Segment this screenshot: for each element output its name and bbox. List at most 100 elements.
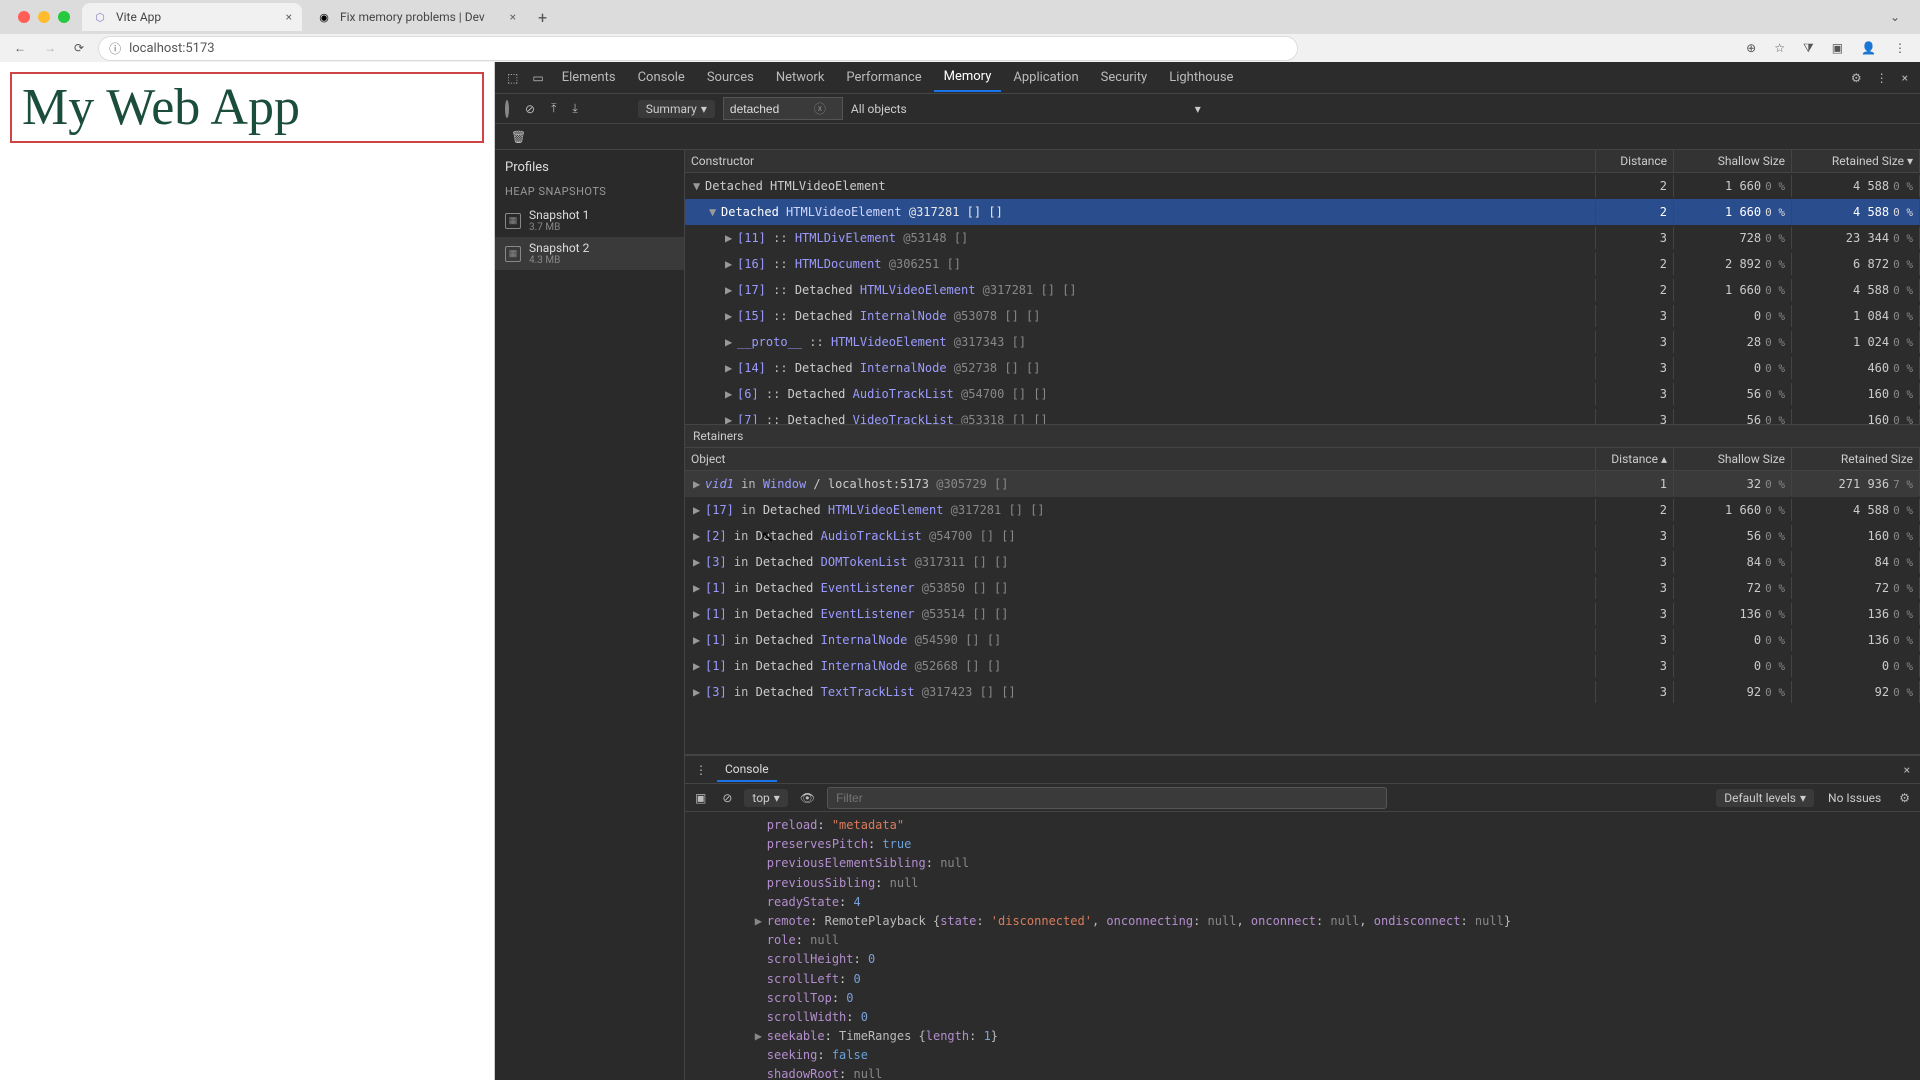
extensions-icon[interactable]: ⧩ [1799, 39, 1818, 58]
expand-icon[interactable]: ▶ [693, 529, 703, 543]
expand-icon[interactable]: ▶ [693, 685, 703, 699]
expand-icon[interactable]: ▶ [693, 581, 703, 595]
constructor-row[interactable]: ▶[14] :: Detached InternalNode @52738 []… [685, 355, 1920, 381]
tab-lighthouse[interactable]: Lighthouse [1159, 64, 1243, 91]
bookmark-icon[interactable]: ☆ [1770, 39, 1789, 57]
browser-tab[interactable]: ◉ Fix memory problems | Dev × [306, 3, 526, 31]
expand-icon[interactable]: ▶ [693, 477, 703, 491]
gc-icon[interactable]: 🗑 [501, 126, 536, 148]
retainer-row[interactable]: ▶[3] in Detached TextTrackList @317423 [… [685, 679, 1920, 705]
expand-icon[interactable]: ▶ [725, 335, 735, 349]
constructor-row[interactable]: ▼Detached HTMLVideoElement @317281 [] []… [685, 199, 1920, 225]
constructor-row[interactable]: ▶[15] :: Detached InternalNode @53078 []… [685, 303, 1920, 329]
live-expression-icon[interactable]: 👁 [796, 789, 819, 807]
close-devtools-icon[interactable]: × [1896, 67, 1914, 89]
expand-icon[interactable]: ▶ [725, 257, 735, 271]
minimize-window-icon[interactable] [38, 11, 50, 23]
scope-dropdown[interactable]: All objects ▾ [851, 102, 1201, 116]
expand-icon[interactable]: ▶ [693, 555, 703, 569]
col-constructor[interactable]: Constructor [685, 150, 1596, 172]
expand-icon[interactable]: ▶ [693, 633, 703, 647]
tab-close-icon[interactable]: × [286, 10, 292, 24]
col-distance[interactable]: Distance ▴ [1596, 448, 1674, 470]
col-object[interactable]: Object [685, 448, 1596, 470]
close-window-icon[interactable] [18, 11, 30, 23]
class-filter-input[interactable]: ⓧ [723, 97, 843, 120]
site-info-icon[interactable]: ⓘ [109, 40, 121, 57]
retainer-row[interactable]: ▶[17] in Detached HTMLVideoElement @3172… [685, 497, 1920, 523]
back-button[interactable]: ← [10, 39, 30, 57]
tab-close-icon[interactable]: × [510, 10, 516, 24]
address-bar[interactable]: ⓘ localhost:5173 [98, 36, 1298, 61]
retainer-row[interactable]: ▶vid1 in Window / localhost:5173 @305729… [685, 471, 1920, 497]
tab-application[interactable]: Application [1003, 64, 1088, 91]
retainer-row[interactable]: ▶[1] in Detached EventListener @53514 []… [685, 601, 1920, 627]
retainer-row[interactable]: ▶[2] in Detached AudioTrackList @54700 [… [685, 523, 1920, 549]
browser-tab-active[interactable]: ⬡ Vite App × [82, 3, 302, 31]
console-filter[interactable] [827, 787, 1708, 809]
col-shallow-size[interactable]: Shallow Size [1674, 448, 1792, 470]
console-settings-icon[interactable]: ⚙ [1895, 789, 1914, 807]
constructor-row[interactable]: ▶[6] :: Detached AudioTrackList @54700 [… [685, 381, 1920, 407]
constructor-row[interactable]: ▶[7] :: Detached VideoTrackList @53318 [… [685, 407, 1920, 424]
snapshot-item[interactable]: ▦ Snapshot 1 3.7 MB [495, 204, 684, 237]
menu-icon[interactable]: ⋮ [1890, 39, 1910, 57]
retainer-row[interactable]: ▶[1] in Detached InternalNode @54590 [] … [685, 627, 1920, 653]
download-icon[interactable]: ⤓ [568, 99, 581, 118]
col-distance[interactable]: Distance [1596, 150, 1674, 172]
expand-icon[interactable]: ▶ [725, 309, 735, 323]
record-icon[interactable] [501, 100, 513, 118]
console-sidebar-icon[interactable]: ▣ [691, 789, 710, 807]
expand-icon[interactable]: ▶ [725, 283, 735, 297]
tab-memory[interactable]: Memory [934, 63, 1002, 92]
profile-icon[interactable]: 👤 [1857, 39, 1880, 57]
tab-performance[interactable]: Performance [836, 64, 931, 91]
expand-icon[interactable]: ▼ [693, 179, 703, 193]
expand-icon[interactable]: ▶ [693, 503, 703, 517]
expand-icon[interactable]: ▶ [725, 361, 735, 375]
retainer-row[interactable]: ▶[3] in Detached DOMTokenList @317311 []… [685, 549, 1920, 575]
clear-console-icon[interactable]: ⊘ [718, 789, 736, 807]
filter-field[interactable] [730, 102, 810, 116]
constructor-row[interactable]: ▶[16] :: HTMLDocument @306251 []22 8920 … [685, 251, 1920, 277]
tab-console[interactable]: Console [628, 64, 695, 91]
console-filter-input[interactable] [827, 787, 1387, 809]
levels-dropdown[interactable]: Default levels ▾ [1716, 789, 1814, 807]
expand-icon[interactable]: ▶ [725, 231, 735, 245]
expand-icon[interactable]: ▶ [725, 387, 735, 401]
tab-security[interactable]: Security [1091, 64, 1158, 91]
retainer-row[interactable]: ▶[1] in Detached EventListener @53850 []… [685, 575, 1920, 601]
col-shallow-size[interactable]: Shallow Size [1674, 150, 1792, 172]
snapshot-item-active[interactable]: ▦ Snapshot 2 4.3 MB [495, 237, 684, 270]
reload-button[interactable]: ⟳ [70, 39, 88, 57]
expand-icon[interactable]: ▶ [693, 607, 703, 621]
close-drawer-icon[interactable]: × [1900, 761, 1914, 779]
tab-sources[interactable]: Sources [697, 64, 764, 91]
tab-menu-icon[interactable]: ⌄ [1880, 10, 1910, 24]
expand-icon[interactable]: ▼ [709, 205, 719, 219]
console-output[interactable]: preload: "metadata" preservesPitch: true… [685, 812, 1920, 1080]
maximize-window-icon[interactable] [58, 11, 70, 23]
view-dropdown[interactable]: Summary ▾ [638, 100, 715, 118]
col-retained-size[interactable]: Retained Size ▾ [1792, 150, 1920, 172]
device-toolbar-icon[interactable]: ▭ [526, 67, 549, 89]
expand-icon[interactable]: ▶ [725, 413, 735, 424]
constructor-row[interactable]: ▼Detached HTMLVideoElement21 6600 %4 588… [685, 173, 1920, 199]
console-tab[interactable]: Console [717, 758, 777, 782]
settings-icon[interactable]: ⚙ [1845, 67, 1868, 89]
zoom-icon[interactable]: ⊕ [1742, 39, 1760, 57]
context-dropdown[interactable]: top ▾ [744, 789, 787, 807]
clear-icon[interactable]: ⊘ [521, 100, 539, 118]
new-tab-button[interactable]: + [530, 4, 555, 31]
upload-icon[interactable]: ⤒ [547, 99, 560, 118]
expand-icon[interactable]: ▶ [693, 659, 703, 673]
tab-network[interactable]: Network [766, 64, 835, 91]
more-icon[interactable]: ⋮ [1870, 67, 1894, 89]
constructor-row[interactable]: ▶[11] :: HTMLDivElement @53148 []37280 %… [685, 225, 1920, 251]
constructor-row[interactable]: ▶[17] :: Detached HTMLVideoElement @3172… [685, 277, 1920, 303]
inspect-element-icon[interactable]: ⬚ [501, 67, 524, 89]
expand-icon[interactable]: ▶ [755, 912, 767, 931]
clear-filter-icon[interactable]: ⓧ [814, 100, 826, 117]
constructor-row[interactable]: ▶__proto__ :: HTMLVideoElement @317343 [… [685, 329, 1920, 355]
expand-icon[interactable]: ▶ [755, 1027, 767, 1046]
